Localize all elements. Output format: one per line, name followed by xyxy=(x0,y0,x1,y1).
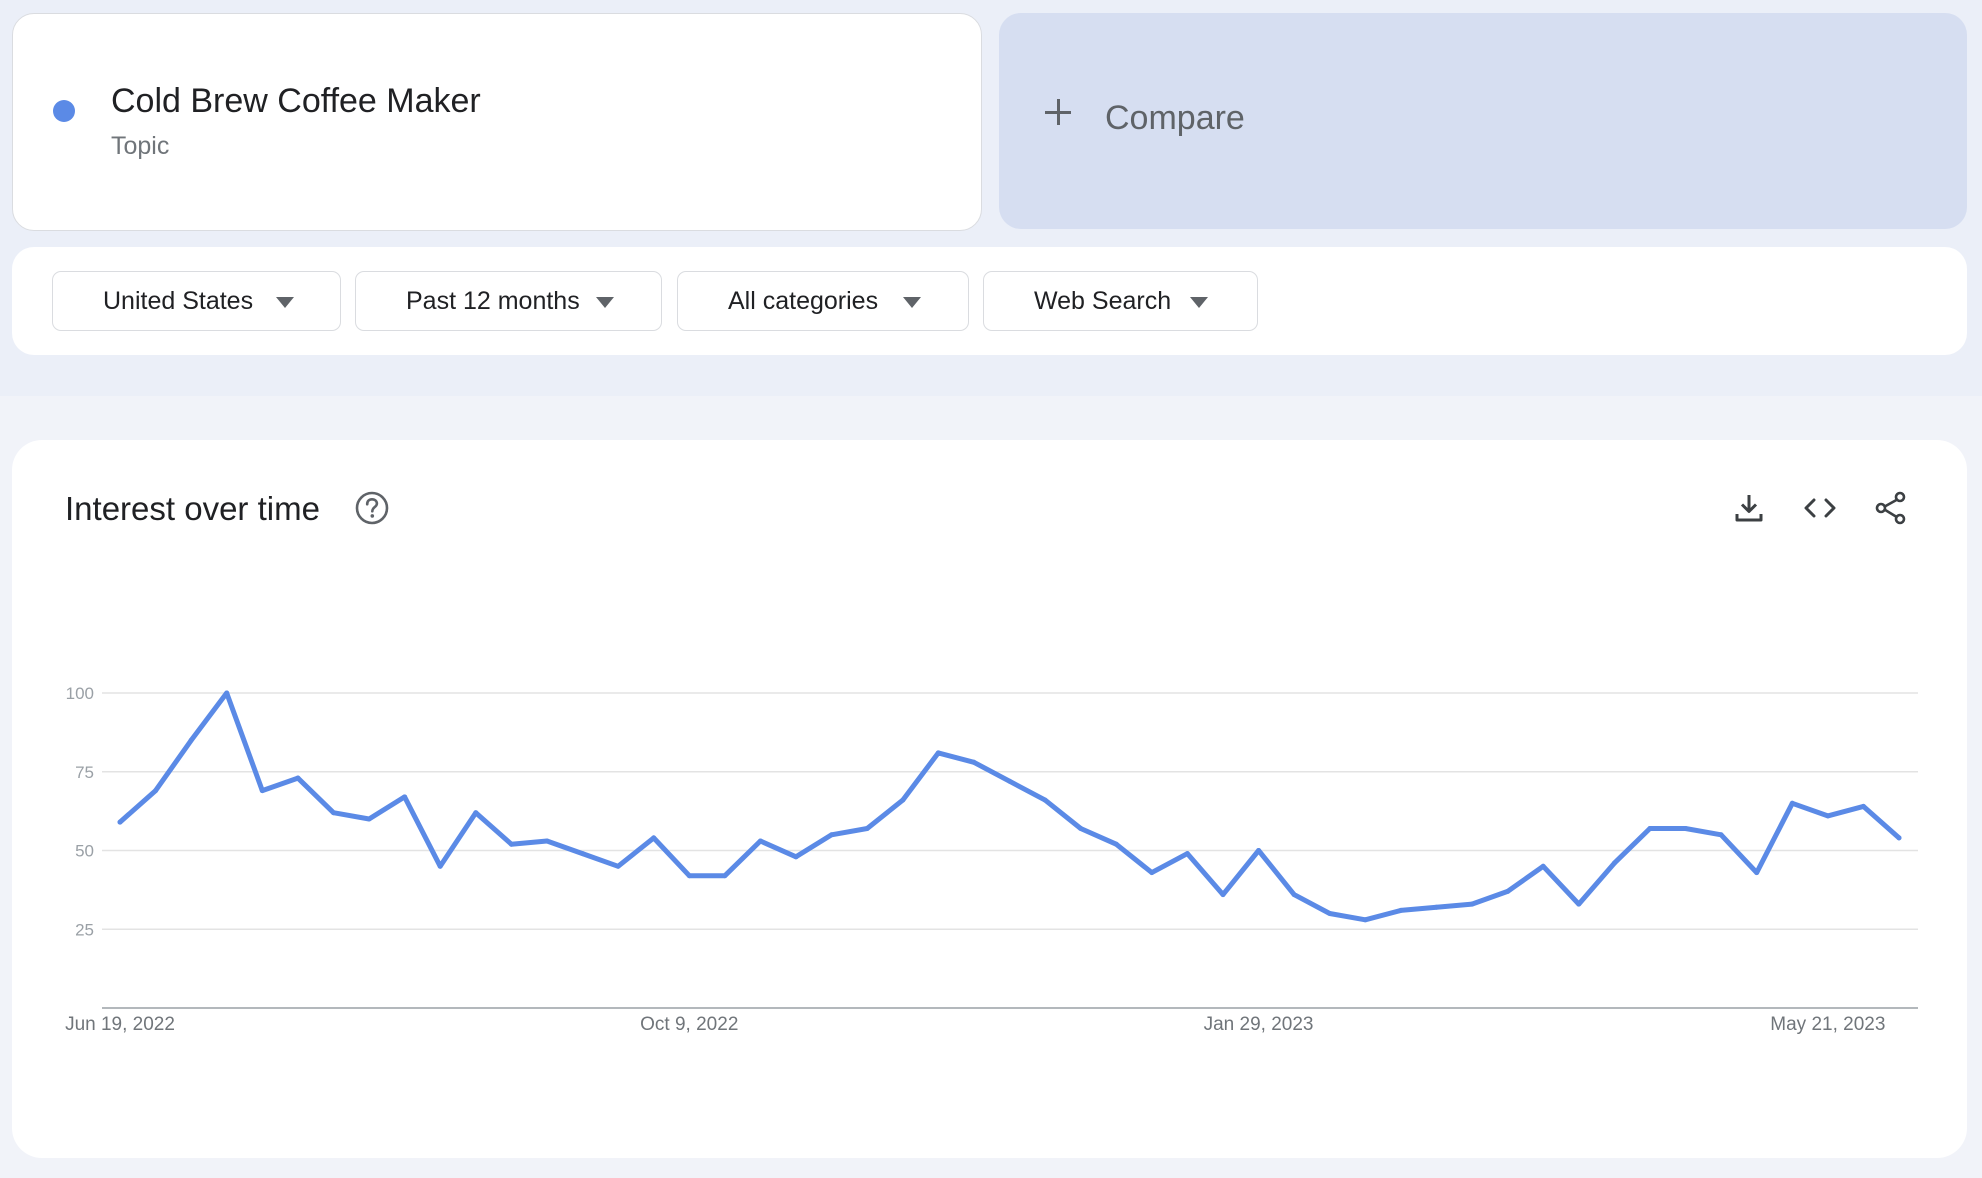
filter-bar: United States Past 12 months All categor… xyxy=(12,247,1967,355)
caret-down-icon xyxy=(1190,297,1208,308)
data-point xyxy=(1398,907,1404,913)
data-point xyxy=(1327,911,1333,916)
data-point xyxy=(793,854,799,860)
time-range-dropdown-label: Past 12 months xyxy=(406,287,580,315)
data-point xyxy=(1576,901,1582,907)
data-point xyxy=(1078,825,1084,831)
data-point xyxy=(224,690,230,696)
data-point xyxy=(900,797,906,803)
y-tick-label: 25 xyxy=(75,920,94,939)
data-point xyxy=(1362,917,1368,923)
y-tick-label: 50 xyxy=(75,842,94,861)
data-point xyxy=(1291,892,1297,898)
region-dropdown-label: United States xyxy=(103,287,254,315)
caret-down-icon xyxy=(276,297,294,308)
search-term-card[interactable]: Cold Brew Coffee Maker Topic xyxy=(12,13,982,231)
data-point xyxy=(1789,800,1795,806)
data-point xyxy=(295,775,301,781)
data-point xyxy=(1611,860,1617,866)
x-tick-label: Jun 19, 2022 xyxy=(65,1014,175,1035)
data-point xyxy=(686,873,692,879)
series-color-dot xyxy=(53,100,75,122)
time-range-dropdown[interactable]: Past 12 months xyxy=(355,271,662,331)
data-point xyxy=(1184,851,1190,857)
data-point xyxy=(259,788,265,794)
data-point xyxy=(722,873,728,879)
data-point xyxy=(864,825,870,831)
search-type-dropdown[interactable]: Web Search xyxy=(983,271,1258,331)
data-point xyxy=(153,788,159,794)
data-point xyxy=(1220,892,1226,898)
data-point xyxy=(188,737,194,743)
data-point xyxy=(1113,841,1119,847)
data-point xyxy=(473,810,479,816)
caret-down-icon xyxy=(596,297,614,308)
data-point xyxy=(1647,825,1653,831)
data-point xyxy=(402,794,408,800)
data-point xyxy=(1007,778,1012,784)
compare-button[interactable]: Compare xyxy=(999,13,1967,229)
interest-line-chart: 25 50 75 100 Jun 19, 2022 Oct 9, 2022 Jan 29, … xyxy=(65,684,1918,1035)
data-point xyxy=(1683,825,1689,831)
category-dropdown[interactable]: All categories xyxy=(677,271,969,331)
compare-label: Compare xyxy=(1105,99,1245,137)
data-point xyxy=(330,810,336,816)
data-point xyxy=(117,819,123,825)
data-point xyxy=(615,863,621,869)
data-point xyxy=(1825,813,1831,819)
data-point xyxy=(1754,870,1760,876)
search-term-name: Cold Brew Coffee Maker xyxy=(111,82,481,120)
y-tick-label: 100 xyxy=(66,684,94,703)
data-point xyxy=(935,750,941,756)
data-point xyxy=(1256,848,1262,853)
search-type-dropdown-label: Web Search xyxy=(1034,287,1172,315)
data-point xyxy=(1540,863,1546,869)
data-point xyxy=(580,851,586,857)
data-point xyxy=(1469,901,1475,907)
data-point xyxy=(1505,888,1511,894)
series-line xyxy=(117,690,1902,923)
data-point xyxy=(757,838,763,844)
caret-down-icon xyxy=(903,297,921,308)
x-tick-label: Oct 9, 2022 xyxy=(640,1014,738,1035)
data-point xyxy=(651,835,657,841)
data-point xyxy=(508,841,514,847)
search-term-type: Topic xyxy=(111,132,170,160)
x-tick-label: May 21, 2023 xyxy=(1770,1014,1885,1035)
x-tick-label: Jan 29, 2023 xyxy=(1204,1014,1314,1035)
data-point xyxy=(1896,835,1902,841)
data-point xyxy=(1718,832,1724,838)
plus-icon xyxy=(1043,97,1073,127)
data-point xyxy=(1149,870,1155,876)
data-point xyxy=(544,838,550,844)
y-tick-label: 75 xyxy=(75,763,94,782)
category-dropdown-label: All categories xyxy=(728,287,879,315)
data-point xyxy=(366,816,372,822)
data-point xyxy=(1042,797,1048,803)
interest-over-time-card: Interest over time 25 50 75 100 Jun 19, 2022… xyxy=(12,440,1967,1158)
data-point xyxy=(1433,904,1439,910)
data-point xyxy=(829,832,835,838)
data-point xyxy=(1860,803,1866,809)
data-point xyxy=(971,759,977,765)
data-point xyxy=(437,863,443,869)
region-dropdown[interactable]: United States xyxy=(52,271,341,331)
